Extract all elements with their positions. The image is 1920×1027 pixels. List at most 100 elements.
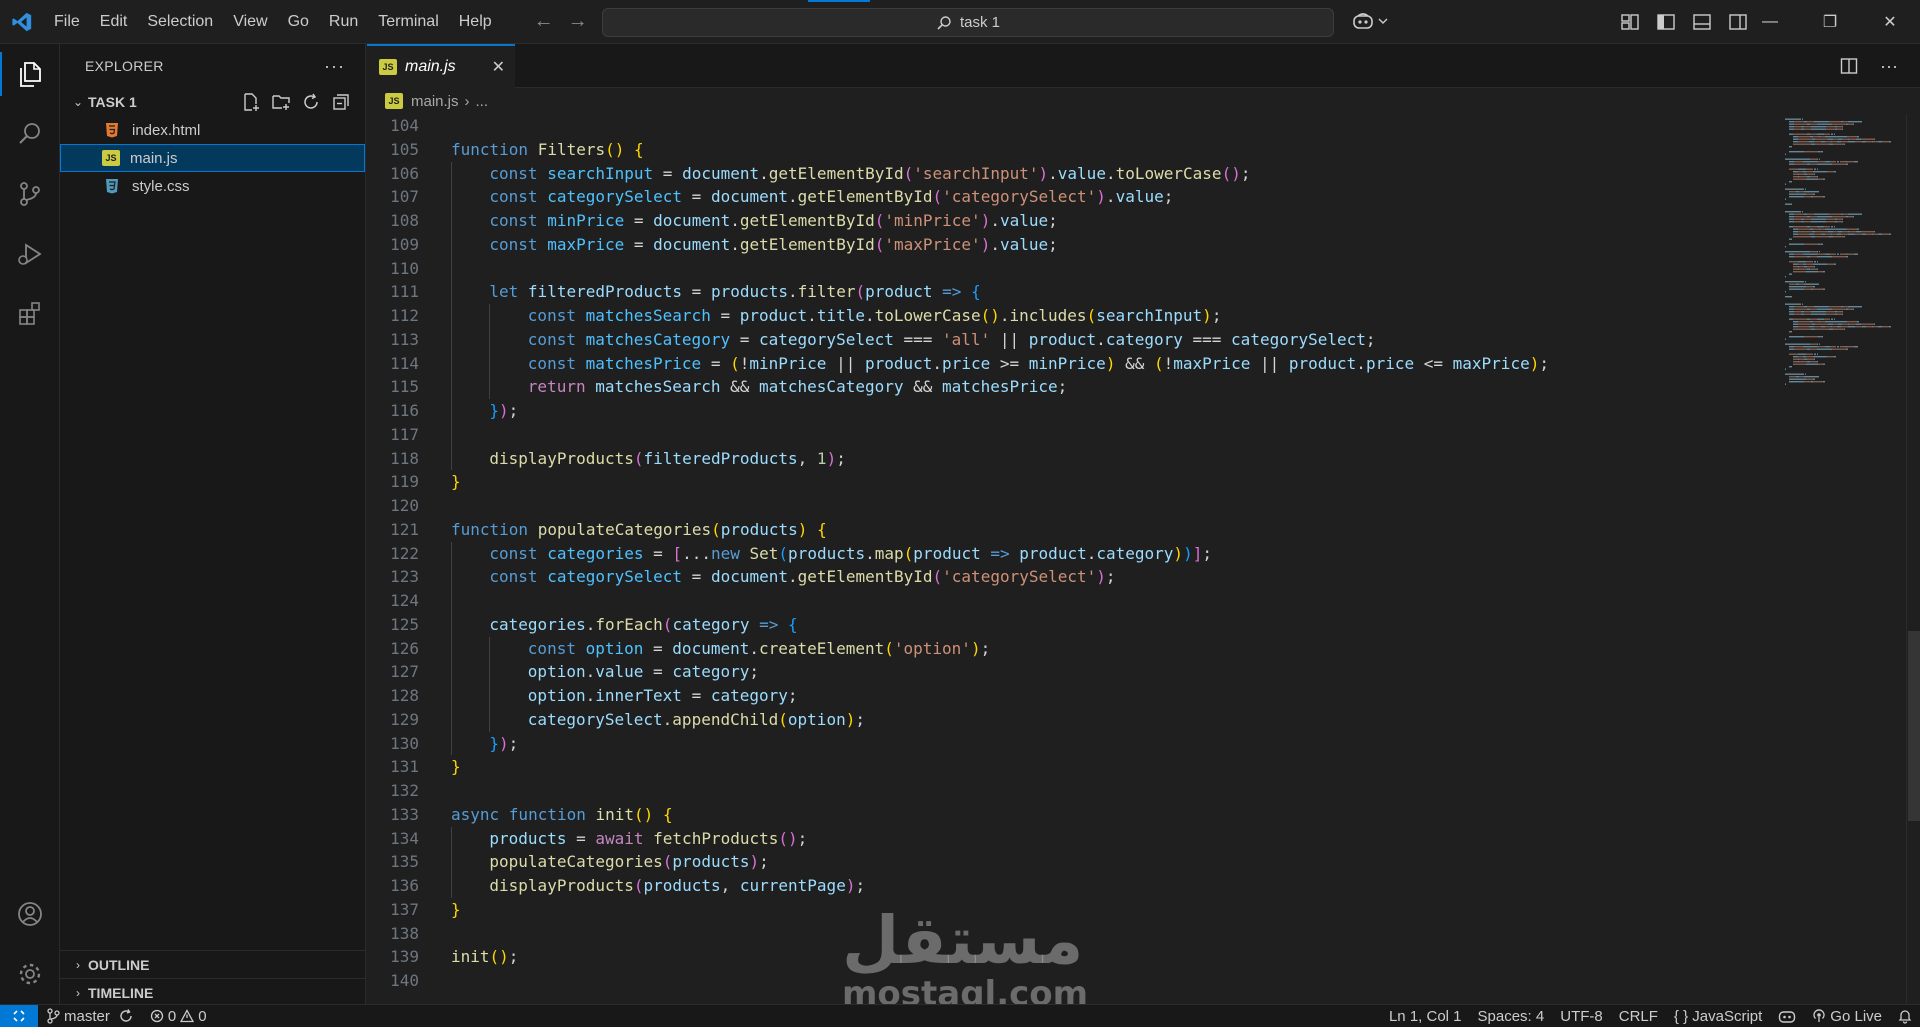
breadcrumb-more[interactable]: ... [476,93,489,110]
code-line[interactable]: 113 const matchesCategory = categorySelec… [367,327,1376,352]
indentation-status[interactable]: Spaces: 4 [1470,1005,1553,1027]
code-line[interactable]: 135 populateCategories(products); [367,850,769,874]
menu-go[interactable]: Go [278,0,319,44]
code-line[interactable]: 119} [367,470,461,494]
new-folder-icon[interactable] [271,92,291,112]
more-actions-icon[interactable]: ··· [324,56,345,77]
file-style-css[interactable]: style.css [60,172,365,200]
code-line[interactable]: 140 [367,969,419,993]
code-editor[interactable]: 104 105 function Filters() {106 const searc… [367,114,1920,1004]
split-editor-icon[interactable] [1840,57,1858,75]
menu-help[interactable]: Help [449,0,502,44]
code-line[interactable]: 128 option.innerText = category; [367,684,798,708]
branch-status[interactable]: master [38,1005,142,1027]
code-line[interactable]: 137} [367,898,461,922]
language-mode[interactable]: { } JavaScript [1666,1005,1770,1027]
encoding-status[interactable]: UTF-8 [1552,1005,1611,1027]
breadcrumb-file[interactable]: main.js [411,93,459,110]
close-window-button[interactable]: ✕ [1860,0,1920,44]
code-line[interactable]: 110 [367,256,452,281]
code-line[interactable]: 129 categorySelect.appendChild(option); [367,707,865,732]
customize-layout-icon[interactable] [1620,12,1640,32]
code-line[interactable]: 117 [367,422,452,447]
tab-main-js[interactable]: JS main.js ✕ [367,44,515,88]
code-line[interactable]: 111 let filteredProducts = products.filte… [367,280,981,304]
copilot-status[interactable] [1770,1005,1804,1027]
code-line[interactable]: 133 async function init() { [367,803,672,827]
code-line[interactable]: 136 displayProducts(products, currentPage… [367,874,865,898]
menu-file[interactable]: File [44,0,90,44]
collapse-all-icon[interactable] [331,92,351,112]
extensions-activity[interactable] [0,284,60,344]
code-line[interactable]: 116}); [367,399,518,423]
minimap-mark [1815,143,1829,145]
source-control-activity[interactable] [0,164,60,224]
remote-indicator-icon[interactable] [0,1004,38,1027]
back-arrow-icon[interactable]: ← [534,10,554,33]
eol-status[interactable]: CRLF [1611,1005,1666,1027]
file-index-html[interactable]: index.html [60,116,365,144]
command-center-search[interactable]: task 1 [602,8,1334,37]
more-actions-icon[interactable]: ··· [1880,56,1898,77]
minimap[interactable] [1779,114,1909,1004]
code-line[interactable]: 125 categories.forEach(category => { [367,612,798,637]
restore-button[interactable]: ❐ [1800,0,1860,44]
minimize-button[interactable]: — [1740,0,1800,44]
code-line[interactable]: 104 [367,114,419,138]
code-line[interactable]: 105 function Filters() { [367,138,644,162]
explorer-activity[interactable] [0,44,60,104]
code-line[interactable]: 124 [367,589,452,613]
folder-task-1[interactable]: ⌄ TASK 1 [60,88,365,116]
menu-edit[interactable]: Edit [90,0,138,44]
code-line[interactable]: 120 [367,494,419,518]
code-line[interactable]: 114 const matchesPrice = (!minPrice || pr… [367,351,1549,376]
sync-icon[interactable] [118,1008,134,1024]
outline-section[interactable]: › OUTLINE [60,950,366,978]
accounts-activity[interactable] [0,884,60,944]
code-line[interactable]: 123 const categorySelect = document.getEl… [367,565,1116,589]
refresh-icon[interactable] [301,92,321,112]
code-line[interactable]: 130}); [367,731,518,756]
notifications-button[interactable] [1890,1005,1920,1027]
code-line[interactable]: 134 products = await fetchProducts(); [367,826,807,851]
minimap-mark [1810,176,1817,178]
timeline-section[interactable]: › TIMELINE [60,978,366,1006]
toggle-primary-sidebar-icon[interactable] [1656,12,1676,32]
close-icon[interactable]: ✕ [492,57,505,77]
copilot-button[interactable] [1352,12,1388,30]
code-line[interactable]: 139 init(); [367,945,518,969]
code-line[interactable]: 131} [367,755,461,779]
scrollbar-thumb[interactable] [1908,631,1920,821]
code-line[interactable]: 132 [367,779,419,803]
file-main-js[interactable]: JS main.js [60,144,365,172]
menu-selection[interactable]: Selection [137,0,223,44]
manage-activity[interactable] [0,944,60,1004]
code-line[interactable]: 106 const searchInput = document.getEleme… [367,161,1250,186]
code-line[interactable]: 121 function populateCategories(products)… [367,518,827,542]
vertical-scrollbar[interactable] [1906,114,1920,1004]
code-line[interactable]: 107 const categorySelect = document.getEl… [367,185,1173,209]
menu-view[interactable]: View [223,0,277,44]
search-activity[interactable] [0,104,60,164]
new-file-icon[interactable] [241,92,261,112]
code-line[interactable]: 109 const maxPrice = document.getElementB… [367,232,1058,257]
problems-status[interactable]: 0 0 [142,1005,215,1027]
code-line[interactable]: 138 [367,922,419,946]
minimap-mark [1785,158,1793,160]
code-line[interactable]: 112 const matchesSearch = product.title.t… [367,304,1221,328]
code-token: . [1086,543,1097,563]
code-line[interactable]: 122 const categories = [...new Set(produc… [367,541,1212,566]
code-token: 'minPrice' [884,211,981,230]
forward-arrow-icon[interactable]: → [568,10,588,33]
menu-run[interactable]: Run [319,0,368,44]
go-live-button[interactable]: Go Live [1804,1005,1890,1027]
cursor-position[interactable]: Ln 1, Col 1 [1381,1005,1470,1027]
toggle-panel-icon[interactable] [1692,12,1712,32]
code-line[interactable]: 127 option.value = category; [367,660,759,684]
code-line[interactable]: 126 const option = document.createElement… [367,636,990,661]
code-line[interactable]: 115 return matchesSearch && matchesCatego… [367,375,1067,399]
code-line[interactable]: 108 const minPrice = document.getElementB… [367,209,1058,233]
menu-terminal[interactable]: Terminal [368,0,448,44]
code-line[interactable]: 118 displayProducts(filteredProducts, 1); [367,446,846,471]
run-debug-activity[interactable] [0,224,60,284]
